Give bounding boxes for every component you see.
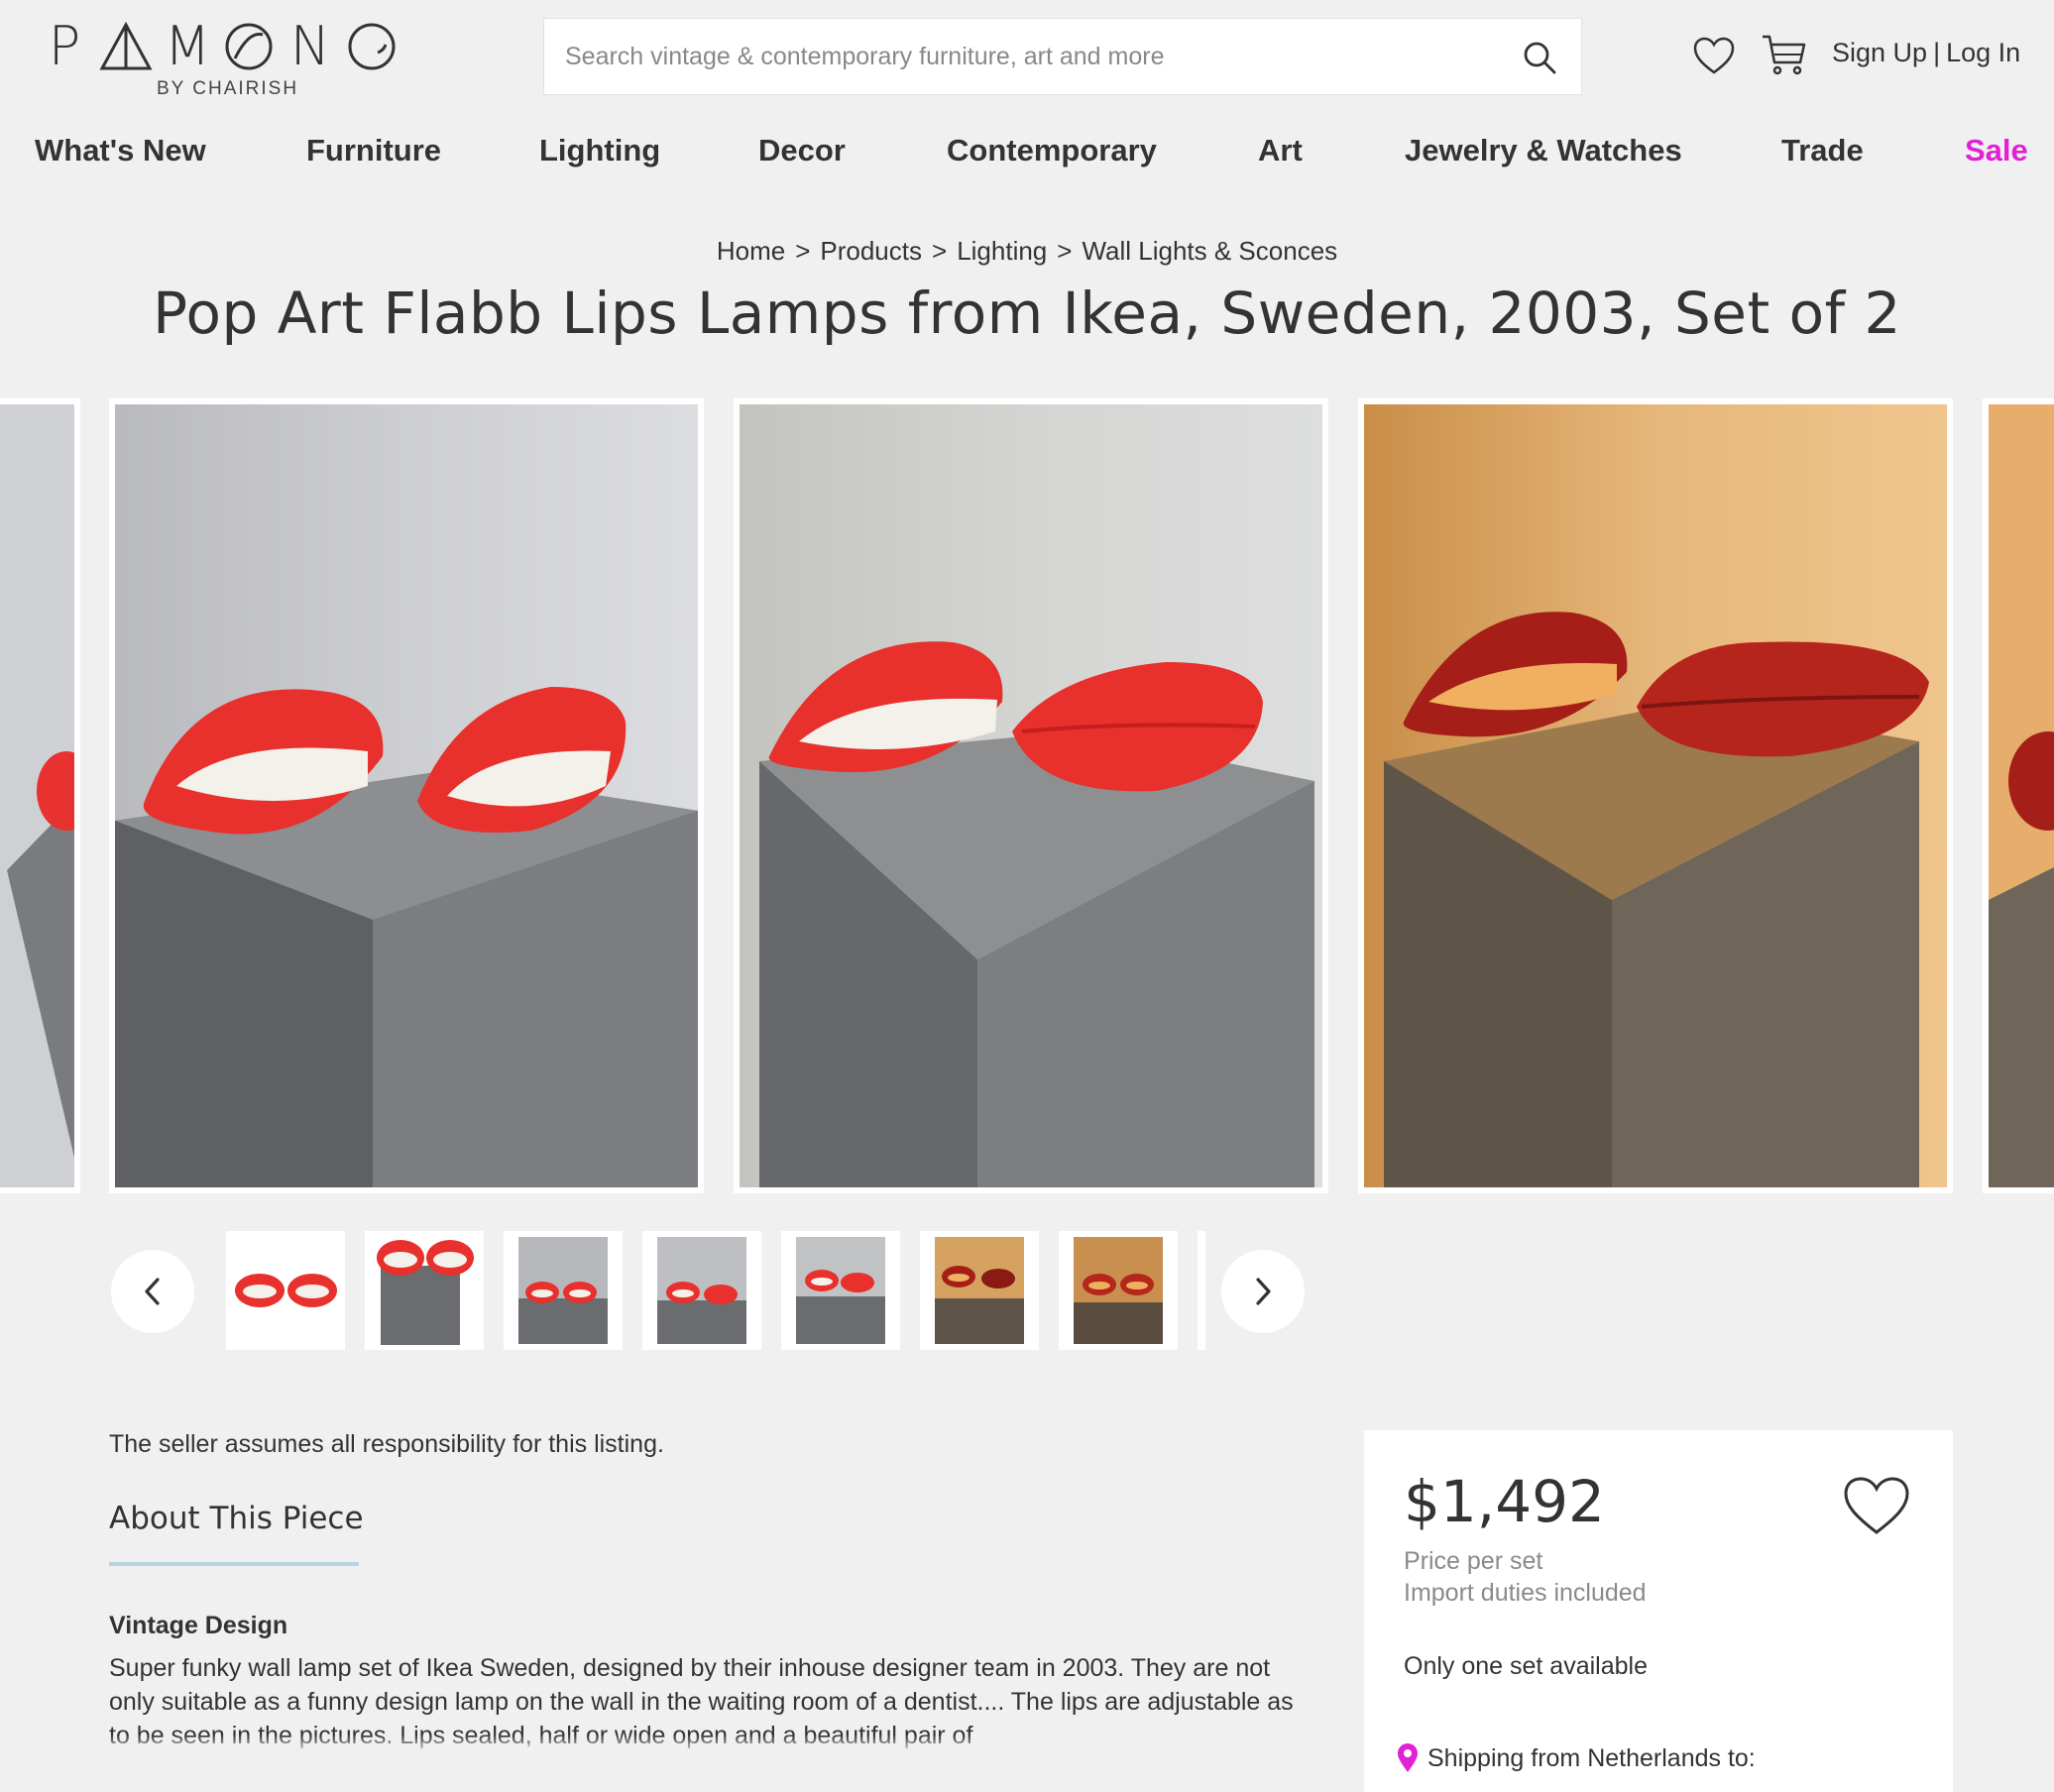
image-gallery	[0, 398, 2054, 1193]
nav-item-jewelry-watches[interactable]: Jewelry & Watches	[1405, 127, 1682, 174]
nav-item-trade[interactable]: Trade	[1781, 127, 1864, 174]
breadcrumb-separator: >	[932, 236, 948, 266]
chevron-right-icon	[1256, 1278, 1271, 1305]
logo-letter: N	[289, 15, 331, 77]
shipping-info[interactable]: Shipping from Netherlands to:	[1396, 1743, 1756, 1773]
log-in-link[interactable]: Log In	[1946, 38, 2020, 68]
nav-item-lighting[interactable]: Lighting	[539, 127, 660, 174]
gallery-thumbnail[interactable]	[504, 1231, 623, 1350]
wishlist-heart-icon[interactable]	[1692, 36, 1736, 75]
gallery-thumbnail[interactable]	[226, 1231, 345, 1350]
nav-item-sale[interactable]: Sale	[1965, 127, 2028, 174]
nav-item-whats-new[interactable]: What's New	[35, 127, 206, 174]
breadcrumb: Home > Products > Lighting > Wall Lights & Sco…	[0, 236, 2054, 267]
price-unit: Price per set	[1404, 1547, 1543, 1575]
description-fade	[109, 1735, 1313, 1754]
breadcrumb-products[interactable]: Products	[820, 236, 922, 266]
tab-about-this-piece[interactable]: About This Piece	[109, 1501, 364, 1536]
search-input[interactable]	[544, 19, 1516, 94]
gallery-next-button[interactable]	[1221, 1250, 1305, 1333]
shipping-label: Shipping from Netherlands to:	[1427, 1743, 1756, 1772]
breadcrumb-home[interactable]: Home	[717, 236, 785, 266]
import-duties-note: Import duties included	[1404, 1579, 1647, 1607]
gallery-image[interactable]	[734, 398, 1328, 1193]
thumbnail-image	[1074, 1237, 1163, 1344]
gallery-image[interactable]	[1358, 398, 1953, 1193]
gallery-thumbnail[interactable]	[1059, 1231, 1178, 1350]
breadcrumb-separator: >	[1057, 236, 1073, 266]
gallery-prev-button[interactable]	[111, 1250, 194, 1333]
auth-links: Sign Up | Log In	[1832, 38, 2020, 68]
nav-item-decor[interactable]: Decor	[758, 127, 846, 174]
nav-item-contemporary[interactable]: Contemporary	[947, 127, 1157, 174]
chevron-left-icon	[145, 1278, 160, 1305]
nav-item-art[interactable]: Art	[1258, 127, 1303, 174]
breadcrumb-lighting[interactable]: Lighting	[957, 236, 1047, 266]
logo-subtitle: BY CHAIRISH	[157, 78, 299, 99]
availability: Only one set available	[1404, 1652, 1648, 1680]
auth-separator: |	[1933, 38, 1941, 67]
logo-smile-glyph	[341, 18, 402, 75]
search-bar	[543, 18, 1582, 95]
gallery-thumbnail-partial[interactable]	[1198, 1231, 1205, 1350]
logo-triangle-glyph	[95, 18, 157, 75]
logo-letter: P	[48, 15, 81, 77]
section-heading: Vintage Design	[109, 1612, 288, 1639]
breadcrumb-separator: >	[795, 236, 811, 266]
brand-logo[interactable]: P M N BY CHAIRISH	[34, 18, 430, 102]
gallery-thumbnail[interactable]	[781, 1231, 900, 1350]
thumbnail-image	[796, 1237, 885, 1344]
thumbnail-image	[518, 1237, 608, 1344]
logo-o-glyph	[218, 18, 280, 75]
thumbnail-image	[657, 1237, 746, 1344]
seller-note: The seller assumes all responsibility fo…	[109, 1430, 664, 1458]
gallery-thumbnail[interactable]	[642, 1231, 761, 1350]
cart-icon[interactable]	[1761, 33, 1806, 76]
gallery-image[interactable]	[109, 398, 704, 1193]
active-tab-underline	[109, 1562, 359, 1566]
main-nav: What's New Furniture Lighting Decor Cont…	[0, 127, 2054, 174]
sign-up-link[interactable]: Sign Up	[1832, 38, 1927, 68]
breadcrumb-wall-lights[interactable]: Wall Lights & Sconces	[1082, 236, 1337, 266]
thumbnail-image	[235, 1274, 337, 1307]
gallery-image[interactable]	[1983, 398, 2054, 1193]
price: $1,492	[1404, 1468, 1605, 1535]
favorite-heart-icon[interactable]	[1842, 1475, 1911, 1536]
search-icon[interactable]	[1522, 40, 1557, 75]
thumbnail-image	[377, 1240, 474, 1345]
gallery-image[interactable]	[0, 398, 80, 1193]
location-pin-icon	[1398, 1743, 1418, 1772]
logo-letter: M	[164, 15, 211, 77]
gallery-thumbnail[interactable]	[365, 1231, 484, 1350]
thumbnail-image	[935, 1237, 1024, 1344]
page-title: Pop Art Flabb Lips Lamps from Ikea, Swed…	[153, 280, 1901, 347]
nav-item-furniture[interactable]: Furniture	[306, 127, 441, 174]
gallery-thumbnail[interactable]	[920, 1231, 1039, 1350]
price-card: $1,492 Price per set Import duties inclu…	[1364, 1430, 1953, 1792]
